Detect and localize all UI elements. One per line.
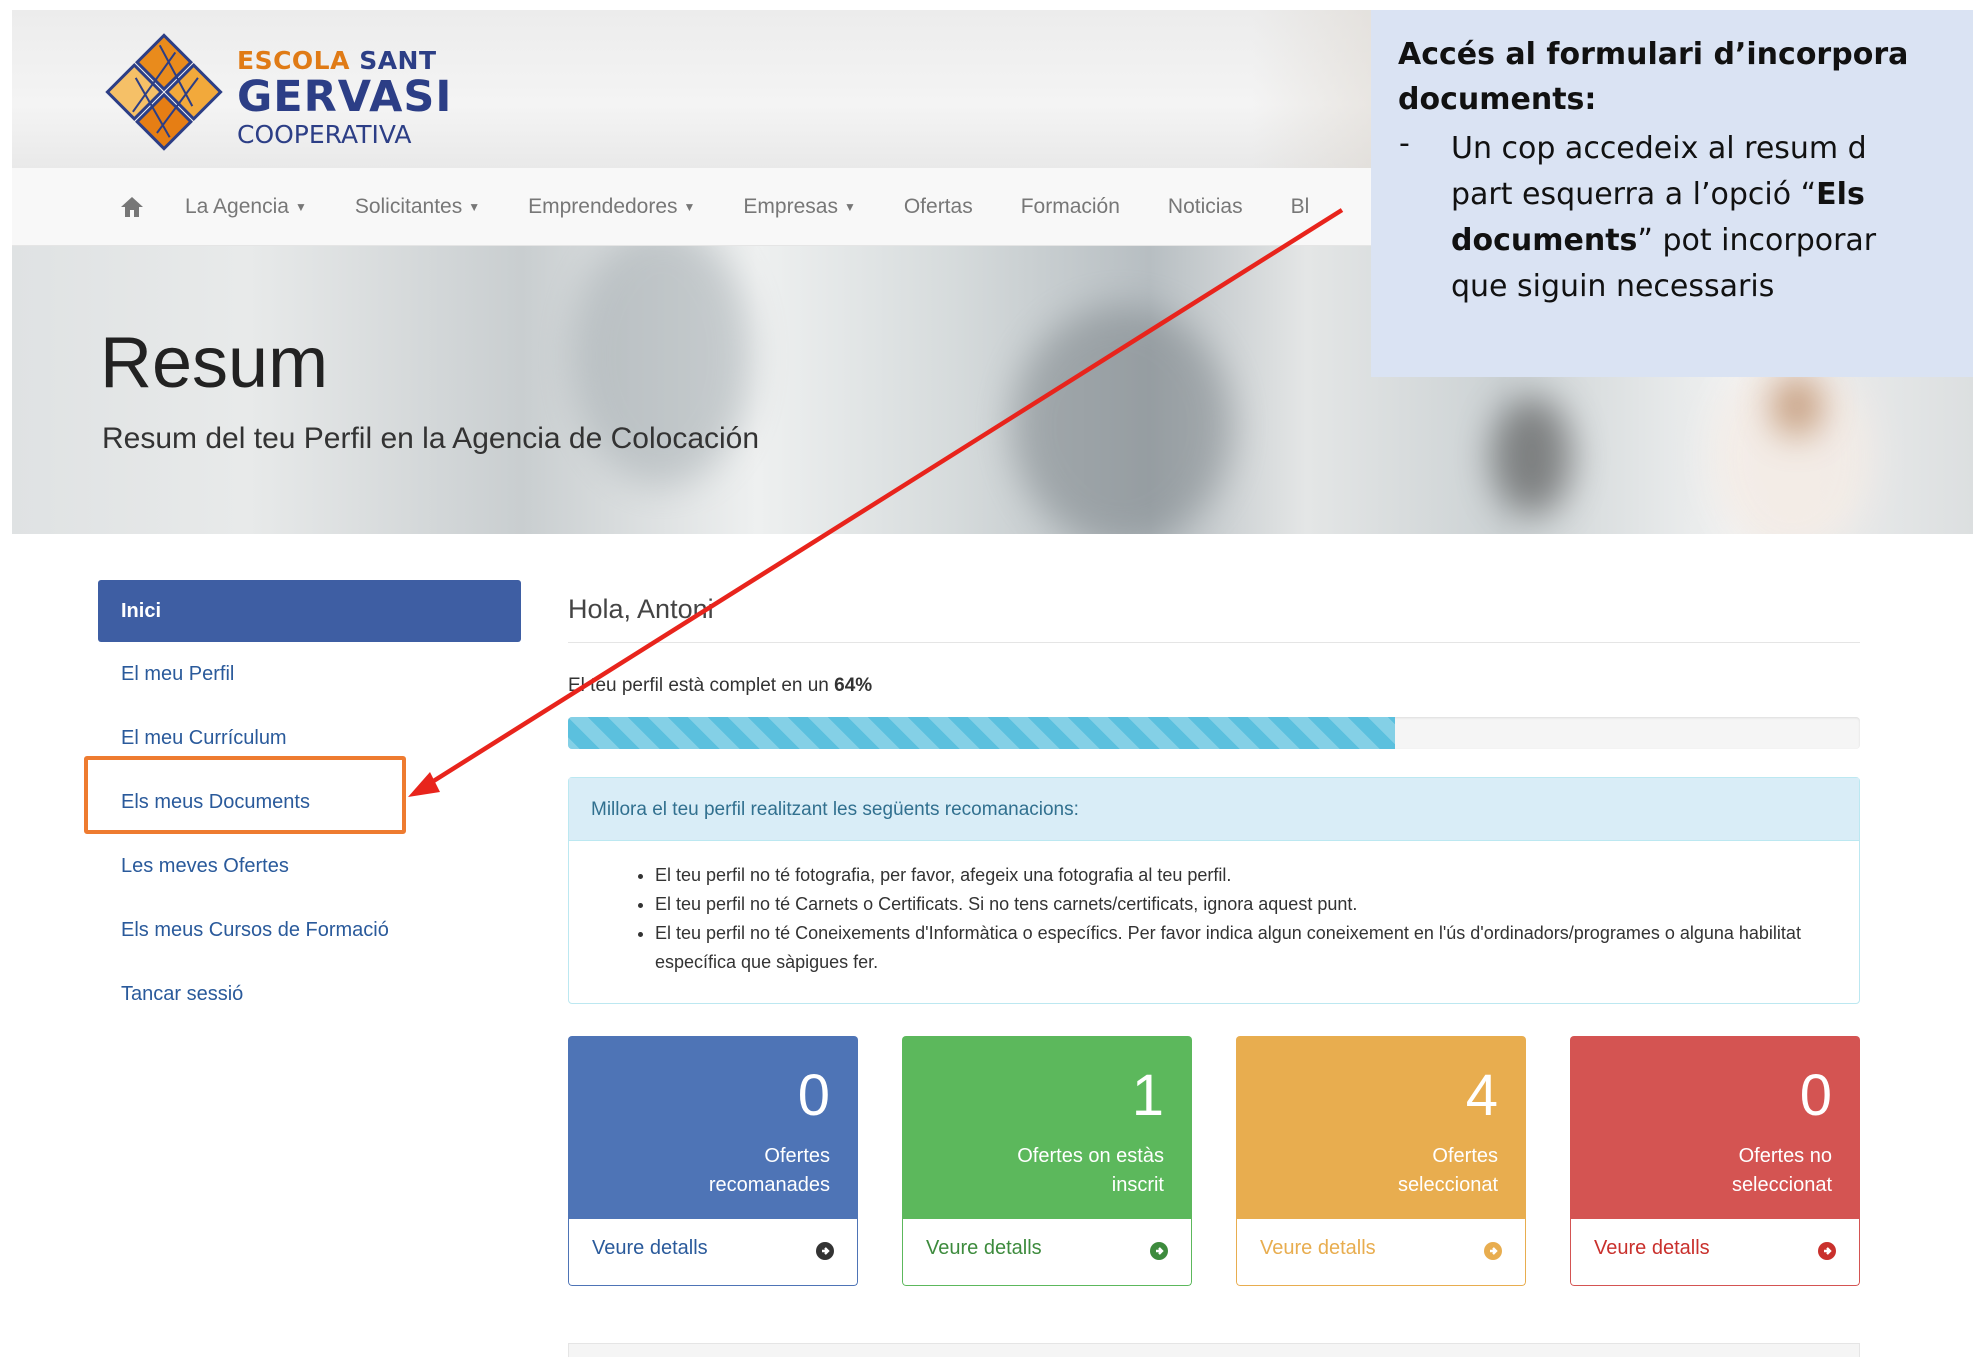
- annotation-arrow: [408, 208, 1344, 797]
- arrow-head: [408, 772, 440, 797]
- arrow-line: [422, 208, 1344, 789]
